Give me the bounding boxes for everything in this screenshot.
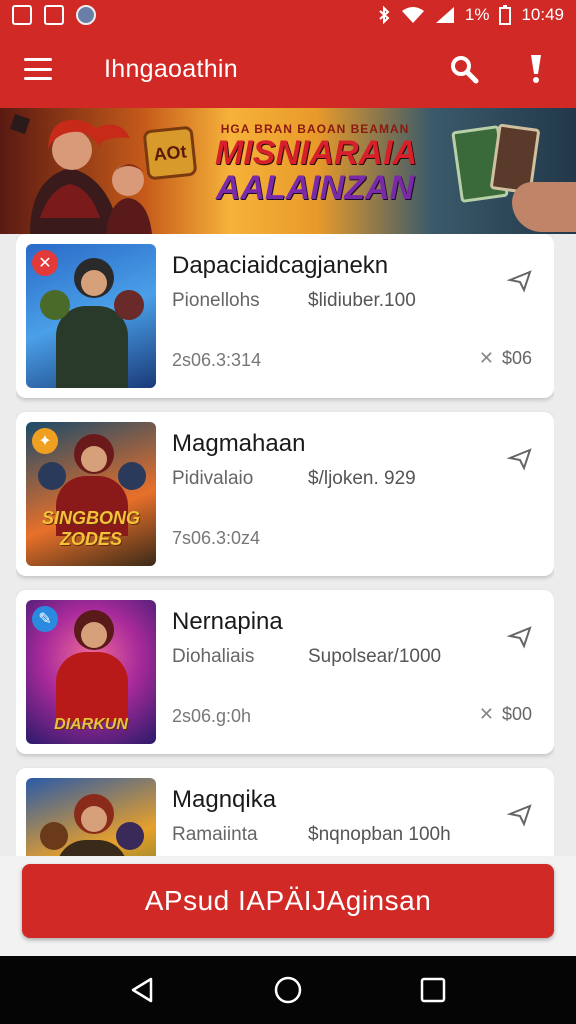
banner-logo: AOt <box>142 125 198 181</box>
item-category: Ramaiinta <box>172 824 258 845</box>
thumbnail-caption: SINGBONG ZODES <box>41 508 140 549</box>
item-category: Pidivalaio <box>172 468 254 489</box>
item-detail: $/ljoken. 929 <box>308 468 416 489</box>
promo-banner[interactable]: AOt HGA BRAN BAOAN BEAMAN MISNIARAIA AAL… <box>0 108 576 234</box>
app-bar: Ihngaoathin <box>0 30 576 108</box>
app-title: Ihngaoathin <box>104 54 238 83</box>
share-icon[interactable] <box>506 800 534 828</box>
thumbnail-caption: DIARKUN <box>54 716 128 733</box>
list-item[interactable]: ✕ Dapaciaidcagjanekn Pionellohs $lidiube… <box>16 234 554 398</box>
share-icon[interactable] <box>506 444 534 472</box>
share-icon[interactable] <box>506 622 534 650</box>
system-nav-bar <box>0 956 576 1024</box>
item-title: Magmahaan <box>172 430 306 457</box>
recents-button[interactable] <box>413 970 453 1010</box>
search-icon <box>451 56 479 84</box>
banner-title-line1: MISNIARAIA <box>215 134 418 172</box>
list-item[interactable]: ✎ DIARKUN Nernapina Diohaliais Supolsear… <box>16 590 554 754</box>
item-detail: Supolsear/1000 <box>308 646 442 667</box>
item-detail: $lidiuber.100 <box>308 290 416 311</box>
banner-title-line2: AALAINZAN <box>215 169 415 207</box>
item-date: 2s06.g:0h <box>172 706 252 726</box>
close-icon[interactable]: ✕ <box>479 348 494 369</box>
edit-badge-icon: ✎ <box>32 606 58 632</box>
item-date: 2s06.3:314 <box>172 350 262 370</box>
app-notification-icon <box>76 5 96 25</box>
share-icon[interactable] <box>506 266 534 294</box>
status-indicators: 1% 10:49 <box>377 5 564 25</box>
item-date: 7s06.3:0z4 <box>172 528 261 548</box>
close-icon[interactable]: ✕ <box>479 704 494 725</box>
battery-icon <box>499 5 512 25</box>
item-thumbnail <box>26 778 156 856</box>
recents-icon <box>421 977 446 1003</box>
wifi-icon <box>401 7 424 23</box>
item-title: Dapaciaidcagjanekn <box>172 252 389 279</box>
item-list[interactable]: ✕ Dapaciaidcagjanekn Pionellohs $lidiube… <box>16 234 554 856</box>
item-detail: $nqnopban 100h <box>308 824 451 845</box>
alert-button[interactable] <box>520 53 552 85</box>
hero-illustration <box>10 113 152 234</box>
signal-icon <box>435 7 454 23</box>
status-notifications <box>12 5 96 25</box>
bluetooth-icon <box>379 6 390 24</box>
battery-percent: 1% <box>464 5 490 24</box>
item-thumbnail: ✦ SINGBONG ZODES <box>26 422 156 566</box>
item-price: ✕ $00 <box>478 704 532 725</box>
search-button[interactable] <box>448 53 480 85</box>
item-price: ✕ $06 <box>478 348 532 369</box>
list-item[interactable]: Magnqika Ramaiinta $nqnopban 100h <box>16 768 554 856</box>
status-bar: 1% 10:49 <box>0 0 576 30</box>
fire-badge-icon: ✦ <box>32 428 58 454</box>
item-thumbnail: ✕ <box>26 244 156 388</box>
notification-icon <box>12 5 32 25</box>
back-button[interactable] <box>123 970 163 1010</box>
home-button[interactable] <box>268 970 308 1010</box>
banner-headline: HGA BRAN BAOAN BEAMAN MISNIARAIA AALAINZ… <box>215 122 418 207</box>
remove-badge-icon: ✕ <box>32 250 58 276</box>
item-category: Diohaliais <box>172 646 255 667</box>
list-item[interactable]: ✦ SINGBONG ZODES Magmahaan Pidivalaio $/… <box>16 412 554 576</box>
home-icon <box>274 976 302 1004</box>
notification-icon <box>44 5 64 25</box>
alert-icon <box>531 55 541 83</box>
item-title: Nernapina <box>172 608 283 635</box>
back-icon <box>131 977 152 1003</box>
item-category: Pionellohs <box>172 290 260 311</box>
menu-icon[interactable] <box>24 58 52 80</box>
cta-container: APsud IAPÄIJAginsan <box>0 856 576 956</box>
item-title: Magnqika <box>172 786 277 813</box>
hand-illustration <box>512 182 576 232</box>
primary-action-button[interactable]: APsud IAPÄIJAginsan <box>22 864 554 938</box>
clock: 10:49 <box>521 5 564 24</box>
item-thumbnail: ✎ DIARKUN <box>26 600 156 744</box>
